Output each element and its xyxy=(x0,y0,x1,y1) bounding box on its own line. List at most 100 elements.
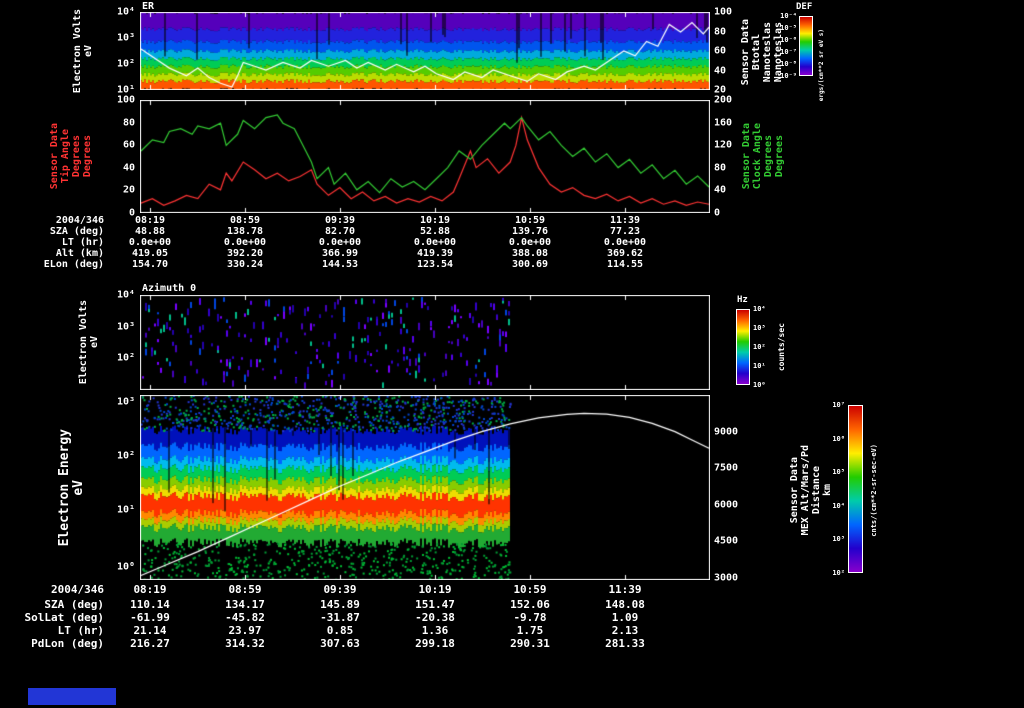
panel4-y-axis: 10³10²10¹10⁰ xyxy=(101,395,135,580)
colorbar4-scale: 10⁷10⁶10⁵10⁴10³10² xyxy=(814,405,845,573)
ephem-time: 08:59 xyxy=(230,215,260,226)
tick-label: 10² xyxy=(753,343,766,351)
ephem-value: 145.89 xyxy=(320,598,360,611)
panel2-right-label-1: Sensor Data xyxy=(742,123,752,189)
ephem-value: 1.09 xyxy=(612,611,639,624)
tick-label: 10⁻⁸ xyxy=(780,60,797,68)
tick-label: 10³ xyxy=(117,397,135,408)
tick-label: 10⁴ xyxy=(117,7,135,18)
tick-label: 10³ xyxy=(753,324,766,332)
tick-label: 10² xyxy=(117,59,135,70)
tick-label: 80 xyxy=(714,26,726,37)
ephem-value: 299.18 xyxy=(415,637,455,650)
panel4-right-label-1: Sensor Data xyxy=(790,457,800,523)
ephem-time: 08:19 xyxy=(135,215,165,226)
ephem-value: 2.13 xyxy=(612,624,639,637)
ephem-value: 0.0e+00 xyxy=(414,237,456,248)
ephemeris-table-2: 2004/34608:1908:5909:3910:1910:5911:39SZ… xyxy=(0,583,1024,653)
colorbar3 xyxy=(736,309,750,385)
ephem-value: 369.62 xyxy=(607,248,643,259)
tick-label: 10⁻⁶ xyxy=(780,36,797,44)
ephem-value: 216.27 xyxy=(130,637,170,650)
tick-label: 60 xyxy=(123,140,135,151)
ephem-value: 0.85 xyxy=(327,624,354,637)
tick-label: 10² xyxy=(117,353,135,364)
ephem-value: 21.14 xyxy=(133,624,166,637)
ephem-value: 307.63 xyxy=(320,637,360,650)
ephem-value: -9.78 xyxy=(513,611,546,624)
ephem-row-label: Alt (km) xyxy=(8,248,104,259)
ephem-value: 123.54 xyxy=(417,259,453,270)
colorbar3-units: counts/sec xyxy=(778,323,786,371)
ephem-value: -45.82 xyxy=(225,611,265,624)
tick-label: 10⁵ xyxy=(832,468,845,476)
tick-label: 10¹ xyxy=(117,504,135,515)
tick-label: 200 xyxy=(714,95,732,106)
colorbar1-units: ergs/(cm**2 sr eV s) xyxy=(819,29,825,101)
colorbar1-title: DEF xyxy=(796,2,812,12)
ephem-value: 314.32 xyxy=(225,637,265,650)
ephem-value: 0.0e+00 xyxy=(509,237,551,248)
panel1-right-label-1: Sensor Data xyxy=(741,19,751,85)
ephem-value: 330.24 xyxy=(227,259,263,270)
science-plot-screen: ER Electron Volts eV 10⁴10³10²10¹ 100806… xyxy=(0,0,1024,708)
tick-label: 10⁻⁹ xyxy=(780,72,797,80)
colorbar3-scale: 10⁴10³10²10¹10⁰ xyxy=(753,309,775,385)
panel2-left-label-3: Degrees xyxy=(72,135,82,177)
tick-label: 80 xyxy=(123,117,135,128)
ephem-row-label: LT (hr) xyxy=(8,624,104,637)
ephem-value: 114.55 xyxy=(607,259,643,270)
tick-label: 10² xyxy=(832,569,845,577)
ephem-date: 2004/346 xyxy=(8,215,104,226)
ephem-value: 151.47 xyxy=(415,598,455,611)
ephem-row-label: SZA (deg) xyxy=(8,598,104,611)
ephem-value: 23.97 xyxy=(228,624,261,637)
panel2-right-label-2: Clock Angle xyxy=(753,123,763,189)
colorbar4-units-block: cnts/(cm**2-sr-sec-eV) xyxy=(868,410,880,570)
tick-label: 10³ xyxy=(832,535,845,543)
ephem-value: -20.38 xyxy=(415,611,455,624)
colorbar3-units-block: counts/sec xyxy=(776,309,788,385)
ephem-value: 1.75 xyxy=(517,624,544,637)
tick-label: 6000 xyxy=(714,500,738,511)
panel3-y-axis-label: Electron Volts eV xyxy=(76,298,102,386)
ephem-value: 148.08 xyxy=(605,598,645,611)
tick-label: 10⁷ xyxy=(832,401,845,409)
ephem-value: 144.53 xyxy=(322,259,358,270)
ephem-value: 0.0e+00 xyxy=(129,237,171,248)
ephem-value: 1.36 xyxy=(422,624,449,637)
ephem-time: 10:59 xyxy=(515,215,545,226)
tick-label: 3000 xyxy=(714,572,738,583)
tick-label: 10⁰ xyxy=(753,381,766,389)
panel3-ylabel-line1: Electron Volts xyxy=(79,300,89,384)
panel4-ylabel-line2: eV xyxy=(72,480,85,496)
ephem-value: 154.70 xyxy=(132,259,168,270)
panel1-ylabel-line1: Electron Volts xyxy=(73,9,83,93)
er-spectrogram xyxy=(140,12,710,90)
ephem-value: 419.39 xyxy=(417,248,453,259)
tick-label: 10⁴ xyxy=(117,290,135,301)
tick-label: 20 xyxy=(123,185,135,196)
panel4-right-axis: 90007500600045003000 xyxy=(714,395,750,580)
tick-label: 10⁻⁵ xyxy=(780,24,797,32)
ephem-value: 82.70 xyxy=(325,226,355,237)
ephem-row-label: LT (hr) xyxy=(8,237,104,248)
tick-label: 10⁻⁴ xyxy=(780,12,797,20)
tick-label: 10³ xyxy=(117,321,135,332)
ephem-row-label: SZA (deg) xyxy=(8,226,104,237)
colorbar4-units: cnts/(cm**2-sr-sec-eV) xyxy=(871,444,878,537)
ephem-row-label: ELon (deg) xyxy=(8,259,104,270)
ephem-value: 110.14 xyxy=(130,598,170,611)
ephem-time: 10:59 xyxy=(513,583,546,596)
panel3-y-axis: 10⁴10³10² xyxy=(101,295,135,390)
ephem-value: 134.17 xyxy=(225,598,265,611)
ephem-value: 419.05 xyxy=(132,248,168,259)
els-spectrogram xyxy=(140,395,710,580)
ephem-value: 77.23 xyxy=(610,226,640,237)
panel2-right-label-4: Degrees xyxy=(775,135,785,177)
ephem-row-label: PdLon (deg) xyxy=(8,637,104,650)
blue-rectangle xyxy=(28,688,116,705)
panel2-left-label-block: Sensor Data Tip Angle Degrees Degrees xyxy=(48,102,94,210)
panel2-left-label-4: Degrees xyxy=(83,135,93,177)
ephem-value: 0.0e+00 xyxy=(224,237,266,248)
